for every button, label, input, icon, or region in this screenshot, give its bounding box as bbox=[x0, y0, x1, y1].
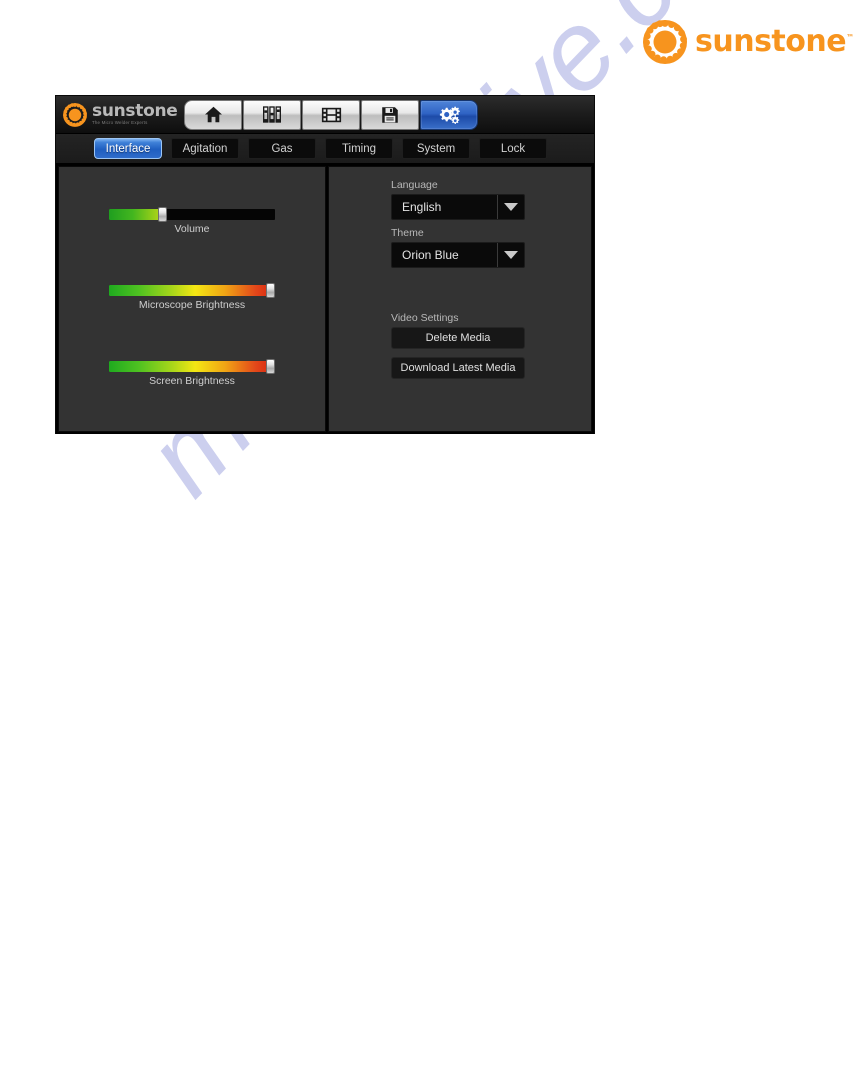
screen-brightness-label: Screen Brightness bbox=[149, 375, 235, 387]
home-icon bbox=[204, 106, 223, 123]
tab-interface[interactable]: Interface bbox=[94, 138, 162, 159]
toolbar-button-media[interactable] bbox=[302, 99, 360, 130]
floppy-disk-icon bbox=[381, 106, 399, 124]
app-brand-text: sunstone bbox=[92, 101, 178, 122]
language-dropdown[interactable]: English bbox=[391, 194, 525, 220]
microscope-thumb[interactable] bbox=[266, 283, 275, 298]
app-header: sunstone The Micro Welder Experts bbox=[56, 96, 594, 134]
settings-tab-row: Interface Agitation Gas Timing System Lo… bbox=[56, 134, 594, 164]
app-logo: sunstone The Micro Welder Experts bbox=[56, 102, 182, 128]
volume-slider-track[interactable] bbox=[109, 207, 275, 222]
chevron-down-icon[interactable] bbox=[497, 195, 524, 219]
sunstone-sun-icon bbox=[641, 18, 689, 66]
chevron-down-icon[interactable] bbox=[497, 243, 524, 267]
microscope-track-bg bbox=[109, 285, 275, 296]
toolbar-button-weld-settings[interactable] bbox=[243, 99, 301, 130]
microscope-brightness-label: Microscope Brightness bbox=[138, 299, 246, 311]
volume-track-bg bbox=[109, 209, 275, 220]
sliders-icon bbox=[262, 106, 282, 123]
language-label: Language bbox=[391, 179, 438, 191]
film-strip-icon bbox=[321, 107, 342, 123]
theme-label: Theme bbox=[391, 227, 424, 239]
volume-label: Volume bbox=[174, 223, 210, 235]
video-settings-label: Video Settings bbox=[391, 312, 459, 324]
tab-agitation[interactable]: Agitation bbox=[171, 138, 239, 159]
theme-dropdown[interactable]: Orion Blue bbox=[391, 242, 525, 268]
microscope-brightness-slider-track[interactable] bbox=[109, 283, 275, 298]
tab-gas[interactable]: Gas bbox=[248, 138, 316, 159]
tab-system[interactable]: System bbox=[402, 138, 470, 159]
language-value: English bbox=[402, 200, 442, 214]
brand-trademark: ™ bbox=[846, 33, 854, 42]
download-latest-media-button[interactable]: Download Latest Media bbox=[391, 357, 525, 379]
screen-track-bg bbox=[109, 361, 275, 372]
gears-icon bbox=[437, 105, 461, 124]
slider-microscope-brightness: Microscope Brightness bbox=[59, 283, 325, 311]
slider-volume: Volume bbox=[59, 207, 325, 235]
volume-thumb[interactable] bbox=[157, 207, 167, 222]
volume-fill bbox=[109, 209, 163, 220]
toolbar-button-settings[interactable] bbox=[420, 99, 478, 130]
interface-options-panel: Language English Theme Orion Blue Video … bbox=[328, 166, 592, 432]
interface-sliders-panel: Volume Microscope Brightness Screen Brig… bbox=[58, 166, 326, 432]
brand-name-text: sunstone bbox=[695, 24, 847, 59]
settings-body: Volume Microscope Brightness Screen Brig… bbox=[56, 164, 594, 434]
app-wordmark: sunstone The Micro Welder Experts bbox=[92, 101, 178, 126]
toolbar-button-home[interactable] bbox=[184, 99, 242, 130]
device-screen: sunstone The Micro Welder Experts Interf… bbox=[55, 95, 595, 434]
tab-lock[interactable]: Lock bbox=[479, 138, 547, 159]
delete-media-button[interactable]: Delete Media bbox=[391, 327, 525, 349]
main-toolbar bbox=[184, 99, 479, 131]
screen-fill bbox=[109, 361, 275, 372]
sunstone-brand-logo: sunstone™ bbox=[641, 17, 854, 67]
app-sun-icon bbox=[62, 102, 88, 128]
slider-screen-brightness: Screen Brightness bbox=[59, 359, 325, 387]
microscope-fill bbox=[109, 285, 275, 296]
screen-brightness-slider-track[interactable] bbox=[109, 359, 275, 374]
tab-timing[interactable]: Timing bbox=[325, 138, 393, 159]
options-inner: Language English Theme Orion Blue Video … bbox=[391, 179, 531, 387]
brand-wordmark: sunstone™ bbox=[695, 27, 854, 57]
screen-thumb[interactable] bbox=[266, 359, 275, 374]
toolbar-button-save[interactable] bbox=[361, 99, 419, 130]
theme-value: Orion Blue bbox=[402, 248, 459, 262]
app-tagline: The Micro Welder Experts bbox=[92, 120, 148, 126]
